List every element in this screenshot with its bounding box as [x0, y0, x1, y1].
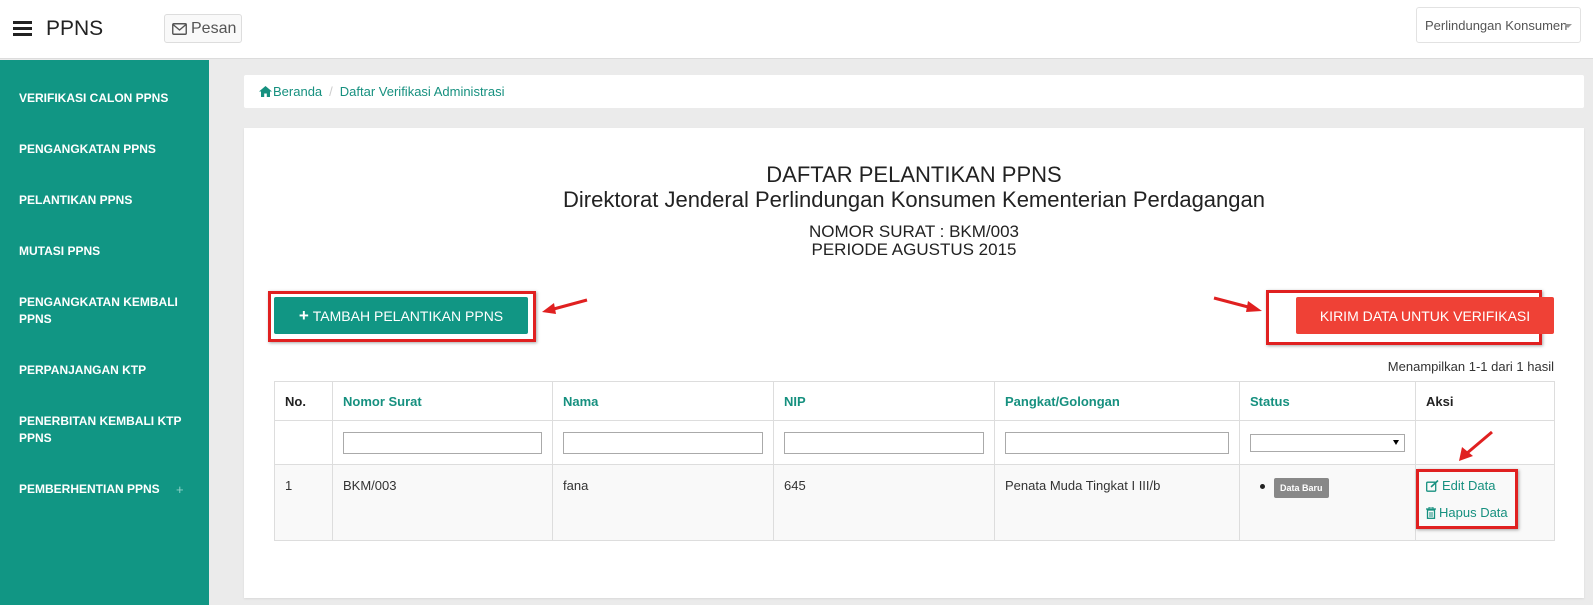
column-header-status[interactable]: Status	[1239, 381, 1416, 421]
department-select[interactable]: Perlindungan Konsumen	[1416, 7, 1581, 43]
sidebar-item-pengangkatan-kembali[interactable]: PENGANGKATAN KEMBALI PPNS	[19, 294, 199, 328]
department-select-value: Perlindungan Konsumen	[1425, 17, 1568, 33]
row-status: Data Baru	[1239, 464, 1416, 541]
column-header-nip[interactable]: NIP	[773, 381, 995, 421]
home-icon	[259, 86, 272, 97]
sidebar-item-penerbitan-kembali-ktp[interactable]: PENERBITAN KEMBALI KTP PPNS	[19, 413, 199, 447]
chevron-down-icon	[1393, 439, 1399, 445]
expand-icon[interactable]: +	[176, 482, 184, 497]
breadcrumb-separator: /	[329, 84, 333, 99]
column-header-aksi: Aksi	[1415, 381, 1555, 421]
row-nip: 645	[773, 464, 995, 541]
arrow-annotation-icon	[1213, 296, 1262, 312]
plus-icon: +	[298, 305, 309, 325]
page-title: DAFTAR PELANTIKAN PPNS	[766, 162, 1062, 187]
status-badge: Data Baru	[1274, 478, 1329, 498]
data-table: No. Nomor Surat Nama NIP Pangkat/Golonga…	[274, 381, 1555, 541]
menu-icon[interactable]	[13, 21, 32, 37]
column-header-nama[interactable]: Nama	[552, 381, 774, 421]
filter-status-select[interactable]	[1250, 433, 1405, 452]
breadcrumb: Beranda / Daftar Verifikasi Administrasi	[244, 75, 1584, 108]
column-header-pangkat[interactable]: Pangkat/Golongan	[994, 381, 1240, 421]
table-row: 1 BKM/003 fana 645 Penata Muda Tingkat I…	[274, 464, 1555, 541]
add-pelantikan-button[interactable]: + TAMBAH PELANTIKAN PPNS	[274, 297, 528, 334]
result-count: Menampilkan 1-1 dari 1 hasil	[1387, 359, 1554, 374]
top-navbar: PPNS Pesan Perlindungan Konsumen	[0, 0, 1593, 59]
filter-nama-input[interactable]	[563, 431, 763, 454]
chevron-down-icon	[1564, 24, 1572, 28]
highlight-box	[1416, 469, 1518, 529]
sidebar-item-perpanjangan-ktp[interactable]: PERPANJANGAN KTP	[19, 362, 199, 379]
add-pelantikan-label: TAMBAH PELANTIKAN PPNS	[312, 307, 504, 324]
message-button-label: Pesan	[191, 19, 237, 37]
send-for-verification-label: KIRIM DATA UNTUK VERIFIKASI	[1319, 307, 1531, 324]
period: PERIODE AGUSTUS 2015	[811, 240, 1017, 259]
filter-nomor-surat-input[interactable]	[343, 431, 542, 454]
arrow-annotation-icon	[542, 298, 588, 314]
filter-nip-input[interactable]	[784, 431, 984, 454]
sidebar-item-pemberhentian[interactable]: PEMBERHENTIAN PPNS	[19, 481, 199, 498]
column-header-nomor-surat[interactable]: Nomor Surat	[332, 381, 553, 421]
main-panel: DAFTAR PELANTIKAN PPNS Direktorat Jender…	[244, 128, 1584, 598]
row-pangkat: Penata Muda Tingkat I III/b	[994, 464, 1240, 541]
bullet	[1260, 484, 1265, 489]
sidebar-item-pengangkatan[interactable]: PENGANGKATAN PPNS	[19, 141, 199, 158]
row-nomor-surat: BKM/003	[332, 464, 553, 541]
row-nama: fana	[552, 464, 774, 541]
send-for-verification-button[interactable]: KIRIM DATA UNTUK VERIFIKASI	[1296, 297, 1554, 334]
message-button[interactable]: Pesan	[164, 14, 242, 43]
row-no: 1	[274, 464, 333, 541]
filter-pangkat-input[interactable]	[1005, 431, 1229, 454]
sidebar-item-pelantikan[interactable]: PELANTIKAN PPNS	[19, 192, 199, 209]
breadcrumb-home-link[interactable]: Beranda	[273, 84, 322, 99]
column-header-no: No.	[274, 381, 333, 421]
breadcrumb-current[interactable]: Daftar Verifikasi Administrasi	[340, 84, 505, 99]
sidebar-item-verifikasi-calon[interactable]: VERIFIKASI CALON PPNS	[19, 90, 199, 107]
filter-row	[274, 420, 1555, 465]
sidebar: VERIFIKASI CALON PPNS PENGANGKATAN PPNS …	[0, 60, 209, 605]
letter-number: NOMOR SURAT : BKM/003	[808, 222, 1020, 241]
page-subtitle: Direktorat Jenderal Perlindungan Konsume…	[562, 187, 1265, 212]
brand-title: PPNS	[46, 17, 104, 40]
envelope-icon	[172, 22, 187, 35]
arrow-annotation-icon	[1459, 430, 1493, 461]
filter-cell	[274, 420, 333, 465]
sidebar-item-mutasi[interactable]: MUTASI PPNS	[19, 243, 199, 260]
